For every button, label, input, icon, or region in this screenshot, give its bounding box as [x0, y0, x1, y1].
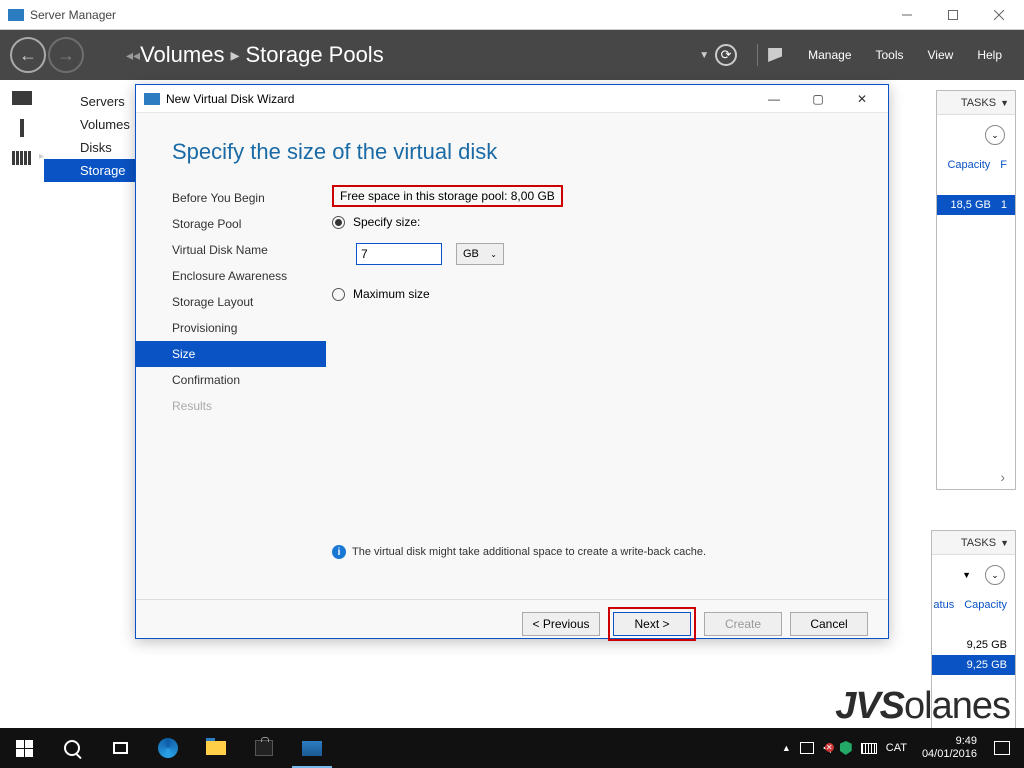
- step-confirmation[interactable]: Confirmation: [136, 367, 326, 393]
- cell-f: 1: [1001, 199, 1007, 211]
- radio-icon: [332, 216, 345, 229]
- breadcrumb-volumes[interactable]: Volumes: [140, 42, 224, 68]
- create-button: Create: [704, 612, 782, 636]
- language-indicator[interactable]: CAT: [886, 742, 907, 754]
- menu-tools[interactable]: Tools: [876, 48, 904, 62]
- step-provisioning[interactable]: Provisioning: [136, 315, 326, 341]
- breadcrumb-separator-icon: ▸: [230, 45, 239, 66]
- radio-max-label: Maximum size: [353, 287, 430, 301]
- network-icon[interactable]: [800, 742, 814, 754]
- col-capacity-bot[interactable]: Capacity: [964, 599, 1007, 611]
- tasks-dropdown-bot[interactable]: TASKS▼: [932, 531, 1015, 555]
- free-space-label: Free space in this storage pool: 8,00 GB: [332, 185, 563, 207]
- breadcrumb-storage-pools[interactable]: Storage Pools: [246, 42, 384, 68]
- breadcrumb-prefix-icon: ◂◂: [126, 47, 140, 64]
- volume-muted-icon[interactable]: [823, 743, 831, 753]
- wizard-heading: Specify the size of the virtual disk: [136, 113, 888, 179]
- scroll-right-icon[interactable]: ›: [994, 469, 1011, 485]
- notifications-flag-icon[interactable]: [768, 48, 782, 62]
- panel-options-button[interactable]: ⌄: [985, 125, 1005, 145]
- rail-dashboard-icon[interactable]: [11, 90, 33, 106]
- info-text: The virtual disk might take additional s…: [352, 546, 706, 558]
- step-results: Results: [136, 393, 326, 419]
- header-bar: ← → ◂◂ Volumes ▸ Storage Pools ▼ ⟳ Manag…: [0, 30, 1024, 80]
- refresh-button[interactable]: ⟳: [715, 44, 737, 66]
- panel-options-button-bot[interactable]: ⌄: [985, 565, 1005, 585]
- wizard-close-button[interactable]: ✕: [840, 86, 884, 112]
- window-titlebar: Server Manager: [0, 0, 1024, 30]
- new-virtual-disk-wizard: New Virtual Disk Wizard — ▢ ✕ Specify th…: [135, 84, 889, 639]
- header-dropdown-caret-icon[interactable]: ▼: [699, 50, 709, 61]
- action-center-icon[interactable]: [994, 741, 1010, 755]
- size-input[interactable]: [356, 243, 442, 265]
- security-icon[interactable]: [840, 741, 852, 755]
- keyboard-icon[interactable]: [861, 743, 877, 754]
- tray-overflow-icon[interactable]: ▲: [782, 743, 791, 753]
- system-tray: ▲ CAT 9:49 04/01/2016: [782, 735, 1024, 761]
- info-icon: i: [332, 545, 346, 559]
- clock-time: 9:49: [922, 735, 977, 748]
- window-close-button[interactable]: [976, 1, 1022, 29]
- step-storage-pool[interactable]: Storage Pool: [136, 211, 326, 237]
- pool-row[interactable]: 18,5 GB 1: [937, 195, 1015, 215]
- step-virtual-disk-name[interactable]: Virtual Disk Name: [136, 237, 326, 263]
- wizard-maximize-button[interactable]: ▢: [796, 86, 840, 112]
- header-divider: [757, 44, 758, 66]
- rail-all-servers-icon[interactable]: [11, 150, 33, 166]
- menu-help[interactable]: Help: [977, 48, 1002, 62]
- taskbar: ▲ CAT 9:49 04/01/2016: [0, 728, 1024, 768]
- column-headers-bot[interactable]: atus Capacity: [932, 595, 1015, 615]
- wizard-content: Free space in this storage pool: 8,00 GB…: [326, 179, 888, 599]
- wizard-titlebar: New Virtual Disk Wizard — ▢ ✕: [136, 85, 888, 113]
- col-status[interactable]: atus: [933, 599, 954, 611]
- tasks-dropdown-top[interactable]: TASKS▼: [937, 91, 1015, 115]
- previous-button[interactable]: < Previous: [522, 612, 600, 636]
- cell-capacity: 18,5 GB: [951, 199, 991, 211]
- taskbar-edge[interactable]: [144, 728, 192, 768]
- storage-pools-panel: TASKS▼ ⌄ Capacity F 18,5 GB 1 ›: [936, 90, 1016, 490]
- start-button[interactable]: [0, 728, 48, 768]
- window-minimize-button[interactable]: [884, 1, 930, 29]
- wizard-title: New Virtual Disk Wizard: [166, 92, 294, 106]
- info-note: i The virtual disk might take additional…: [332, 545, 868, 559]
- clock-date: 04/01/2016: [922, 748, 977, 761]
- window-title: Server Manager: [30, 8, 116, 22]
- step-enclosure-awareness[interactable]: Enclosure Awareness: [136, 263, 326, 289]
- radio-icon: [332, 288, 345, 301]
- app-icon: [8, 9, 24, 21]
- column-headers-top[interactable]: Capacity F: [937, 155, 1015, 175]
- nav-back-button[interactable]: ←: [10, 37, 46, 73]
- radio-specify-size[interactable]: Specify size:: [332, 211, 868, 233]
- taskbar-search-button[interactable]: [48, 728, 96, 768]
- taskbar-clock[interactable]: 9:49 04/01/2016: [916, 735, 983, 761]
- caret-icon[interactable]: ▼: [962, 570, 971, 580]
- radio-maximum-size[interactable]: Maximum size: [332, 283, 868, 305]
- menu-view[interactable]: View: [928, 48, 954, 62]
- step-before-you-begin[interactable]: Before You Begin: [136, 185, 326, 211]
- left-rail: [0, 80, 44, 768]
- disk-row[interactable]: 9,25 GB: [932, 655, 1015, 675]
- taskbar-file-explorer[interactable]: [192, 728, 240, 768]
- step-size[interactable]: Size: [136, 341, 326, 367]
- wizard-icon: [144, 93, 160, 105]
- cancel-button[interactable]: Cancel: [790, 612, 868, 636]
- wizard-minimize-button[interactable]: —: [752, 86, 796, 112]
- col-f[interactable]: F: [1000, 159, 1007, 171]
- task-view-button[interactable]: [96, 728, 144, 768]
- menu-manage[interactable]: Manage: [808, 48, 851, 62]
- watermark-logo: JVSolanes: [835, 685, 1010, 728]
- col-capacity[interactable]: Capacity: [947, 159, 990, 171]
- taskbar-store[interactable]: [240, 728, 288, 768]
- wizard-step-nav: Before You Begin Storage Pool Virtual Di…: [136, 179, 326, 599]
- step-storage-layout[interactable]: Storage Layout: [136, 289, 326, 315]
- wizard-footer: < Previous Next > Create Cancel: [136, 599, 888, 647]
- next-button[interactable]: Next >: [613, 612, 691, 636]
- rail-local-server-icon[interactable]: [11, 120, 33, 136]
- radio-specify-label: Specify size:: [353, 215, 420, 229]
- size-unit-select[interactable]: GB⌄: [456, 243, 504, 265]
- disk-row[interactable]: 9,25 GB: [932, 635, 1015, 655]
- nav-forward-button[interactable]: →: [48, 37, 84, 73]
- window-maximize-button[interactable]: [930, 1, 976, 29]
- taskbar-server-manager[interactable]: [288, 728, 336, 768]
